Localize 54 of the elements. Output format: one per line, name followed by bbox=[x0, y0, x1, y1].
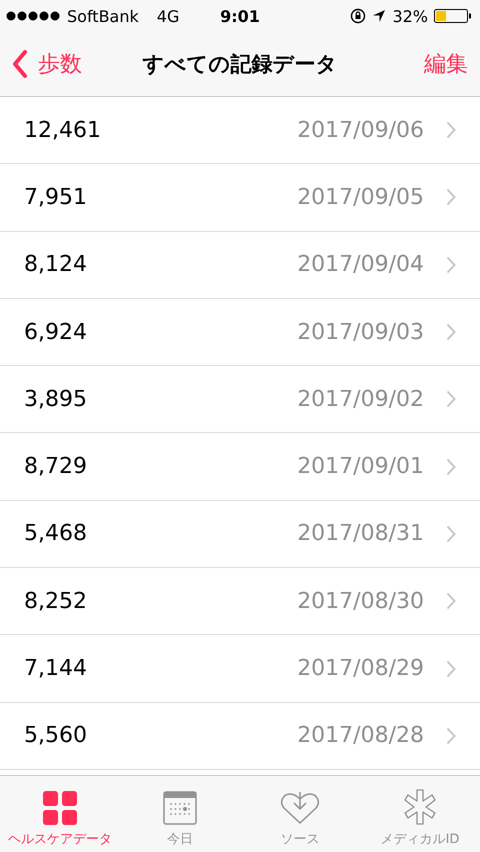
battery-icon bbox=[434, 9, 472, 23]
record-row[interactable]: 6,924 2017/09/03 bbox=[0, 298, 480, 366]
chevron-icon bbox=[446, 188, 456, 206]
step-count: 8,729 bbox=[24, 454, 88, 480]
calendar-icon bbox=[163, 791, 197, 825]
location-icon bbox=[372, 9, 386, 23]
record-row[interactable]: 8,729 2017/09/01 bbox=[0, 433, 480, 501]
chevron-icon bbox=[446, 458, 456, 476]
chevron-icon bbox=[446, 660, 456, 678]
step-count: 12,461 bbox=[24, 118, 102, 143]
step-count: 3,895 bbox=[24, 386, 88, 412]
step-count: 7,951 bbox=[24, 184, 88, 210]
record-row[interactable]: 8,252 2017/08/30 bbox=[0, 568, 480, 636]
record-row[interactable]: 12,461 2017/09/06 bbox=[0, 97, 480, 164]
chevron-icon bbox=[446, 323, 456, 342]
record-date: 2017/08/29 bbox=[297, 656, 424, 682]
step-count: 8,252 bbox=[24, 588, 88, 614]
step-count: 5,560 bbox=[24, 723, 88, 748]
battery-percent: 32% bbox=[392, 6, 428, 26]
record-row[interactable]: 5,560 2017/08/28 bbox=[0, 702, 480, 770]
back-chevron-icon bbox=[12, 50, 28, 78]
record-date: 2017/09/02 bbox=[297, 386, 424, 412]
step-count: 5,468 bbox=[24, 521, 88, 546]
chevron-icon bbox=[446, 726, 456, 745]
chevron-icon bbox=[446, 256, 456, 274]
grid-icon bbox=[43, 791, 77, 825]
step-count: 7,144 bbox=[24, 656, 88, 682]
record-date: 2017/08/30 bbox=[297, 588, 424, 614]
record-date: 2017/09/06 bbox=[297, 118, 424, 143]
step-count: 6,924 bbox=[24, 320, 88, 345]
record-row[interactable]: 7,951 2017/09/05 bbox=[0, 164, 480, 232]
heart-download-icon bbox=[280, 791, 320, 825]
chevron-icon bbox=[446, 592, 456, 610]
record-row[interactable]: 8,124 2017/09/04 bbox=[0, 232, 480, 299]
rotation-lock-icon bbox=[350, 8, 366, 24]
record-date: 2017/08/31 bbox=[297, 521, 424, 546]
record-date: 2017/09/03 bbox=[297, 320, 424, 345]
network-type: 4G bbox=[156, 6, 180, 26]
record-date: 2017/09/04 bbox=[297, 252, 424, 278]
screen-title: すべての記録データ bbox=[142, 51, 338, 78]
record-date: 2017/08/28 bbox=[297, 723, 424, 748]
carrier-name: SoftBank bbox=[67, 6, 139, 26]
chevron-icon bbox=[446, 524, 456, 543]
clock-time: 9:01 bbox=[220, 6, 260, 26]
chevron-icon bbox=[446, 390, 456, 408]
asterisk-icon bbox=[402, 789, 438, 825]
record-date: 2017/09/05 bbox=[297, 184, 424, 210]
record-row[interactable]: 5,468 2017/08/31 bbox=[0, 500, 480, 568]
record-row[interactable]: 3,895 2017/09/02 bbox=[0, 366, 480, 434]
record-date: 2017/09/01 bbox=[297, 454, 424, 480]
chevron-icon bbox=[446, 121, 456, 140]
record-row[interactable]: 7,144 2017/08/29 bbox=[0, 635, 480, 703]
step-count: 8,124 bbox=[24, 252, 88, 278]
signal-icon bbox=[6, 11, 61, 21]
